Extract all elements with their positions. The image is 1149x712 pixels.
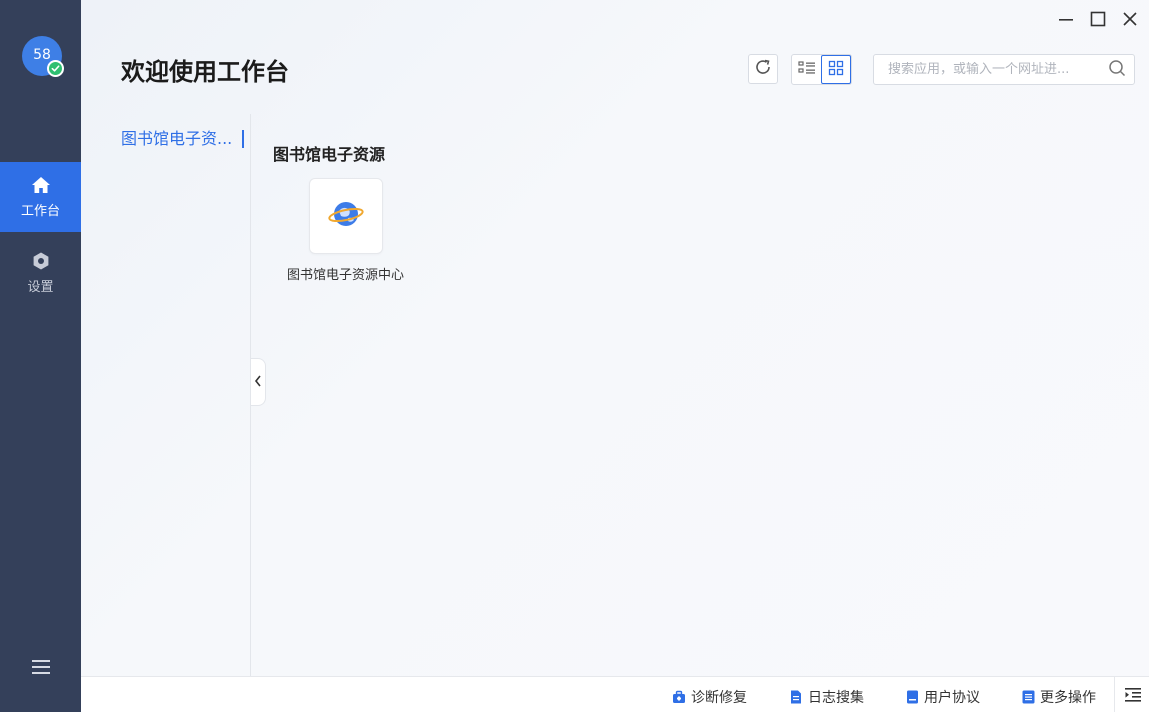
gear-icon bbox=[31, 251, 51, 271]
main-panel: 欢迎使用工作台 图书馆电子资... 图书馆电子资源 bbox=[81, 0, 1149, 676]
list-icon bbox=[1021, 690, 1035, 704]
log-collect-button[interactable]: 日志搜集 bbox=[789, 687, 864, 707]
globe-planet-icon bbox=[326, 194, 366, 238]
app-label: 图书馆电子资源中心 bbox=[286, 268, 404, 283]
indent-toggle-icon[interactable] bbox=[1124, 687, 1142, 703]
page-title: 欢迎使用工作台 bbox=[121, 58, 289, 86]
sidebar-item-label: 设置 bbox=[27, 280, 54, 295]
view-toggle bbox=[791, 54, 852, 85]
grid-view-button[interactable] bbox=[821, 55, 851, 84]
window-controls bbox=[1055, 8, 1141, 30]
diagnose-repair-button[interactable]: 诊断修复 bbox=[672, 687, 747, 707]
sidebar-item-workbench[interactable]: 工作台 bbox=[0, 162, 81, 232]
sidebar-item-settings[interactable]: 设置 bbox=[0, 238, 81, 308]
more-actions-button[interactable]: 更多操作 bbox=[1021, 687, 1096, 707]
sidebar-item-label: 工作台 bbox=[20, 204, 60, 219]
grid-view-icon bbox=[828, 60, 844, 80]
footer-item-label: 用户协议 bbox=[924, 690, 980, 706]
refresh-button[interactable] bbox=[748, 54, 778, 84]
document-icon bbox=[789, 690, 803, 704]
search-box bbox=[873, 54, 1135, 85]
sidebar: 58 工作台 设置 bbox=[0, 0, 81, 712]
bookmark-icon bbox=[905, 690, 919, 704]
section-title: 图书馆电子资源 bbox=[273, 145, 386, 164]
footer-item-label: 日志搜集 bbox=[808, 690, 864, 706]
toolbox-icon bbox=[672, 690, 686, 704]
refresh-icon bbox=[754, 58, 772, 80]
list-view-icon bbox=[798, 60, 816, 80]
avatar-text: 58 bbox=[33, 47, 51, 63]
footer-item-label: 诊断修复 bbox=[691, 690, 747, 706]
user-agreement-button[interactable]: 用户协议 bbox=[905, 687, 980, 707]
category-panel: 图书馆电子资... bbox=[81, 114, 251, 676]
category-item-library[interactable]: 图书馆电子资... bbox=[121, 130, 245, 148]
search-icon[interactable] bbox=[1108, 59, 1126, 81]
close-icon[interactable] bbox=[1119, 8, 1141, 30]
maximize-icon[interactable] bbox=[1087, 8, 1109, 30]
app-icon-box bbox=[308, 178, 383, 254]
hamburger-menu-icon[interactable] bbox=[30, 656, 52, 678]
footer-item-label: 更多操作 bbox=[1040, 690, 1096, 706]
chevron-left-icon bbox=[253, 373, 263, 392]
search-input[interactable] bbox=[888, 62, 1108, 77]
home-icon bbox=[31, 175, 51, 195]
footer-bar: 诊断修复 日志搜集 用户协议 更多操作 bbox=[81, 676, 1149, 712]
list-view-button[interactable] bbox=[792, 55, 821, 84]
app-tile-library-resource-center[interactable]: 图书馆电子资源中心 bbox=[273, 178, 418, 283]
collapse-panel-button[interactable] bbox=[251, 358, 266, 406]
minimize-icon[interactable] bbox=[1055, 8, 1077, 30]
footer-divider bbox=[1114, 677, 1115, 712]
online-check-icon bbox=[47, 60, 64, 77]
